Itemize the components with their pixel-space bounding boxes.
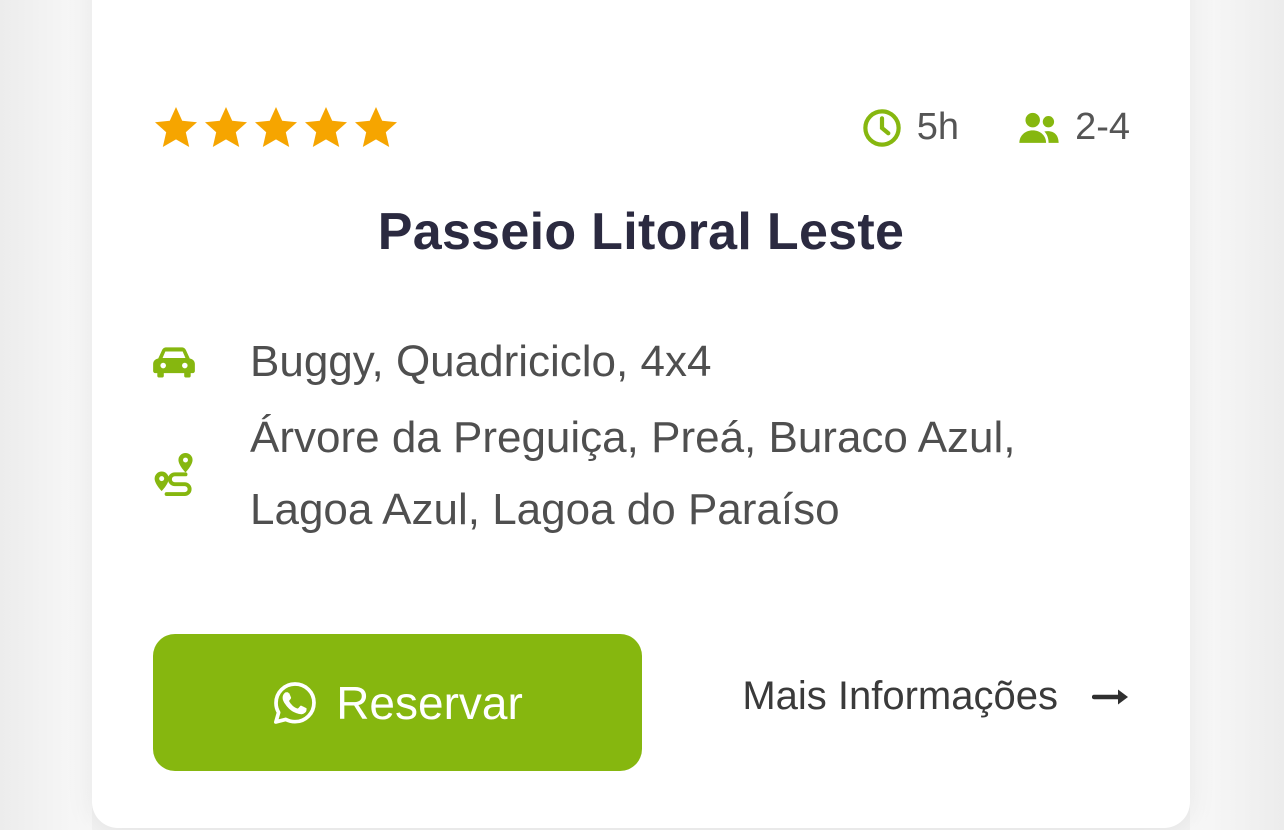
star-icon xyxy=(352,104,400,152)
star-icon xyxy=(252,104,300,152)
star-icon xyxy=(152,104,200,152)
star-icon xyxy=(302,104,350,152)
whatsapp-icon xyxy=(274,681,317,724)
route-row: Árvore da Preguiça, Preá, Buraco Azul, L… xyxy=(152,402,1130,546)
tour-card: 5h 2-4 Passeio Litoral Leste Buggy, Quad… xyxy=(92,0,1190,828)
vehicles-row: Buggy, Quadriciclo, 4x4 xyxy=(152,326,1130,398)
duration: 5h xyxy=(861,106,959,149)
page-background-right xyxy=(1190,0,1284,830)
page-background-left xyxy=(0,0,92,830)
vehicles-text: Buggy, Quadriciclo, 4x4 xyxy=(250,337,712,386)
users-icon xyxy=(1019,112,1059,143)
route-line-2: Lagoa Azul, Lagoa do Paraíso xyxy=(250,485,840,534)
tour-meta: 5h 2-4 xyxy=(861,106,1130,149)
route-line-1: Árvore da Preguiça, Preá, Buraco Azul, xyxy=(250,413,1016,462)
arrow-right-icon xyxy=(1092,689,1128,704)
tour-title: Passeio Litoral Leste xyxy=(377,203,905,261)
car-icon xyxy=(153,347,195,378)
group-size-value: 2-4 xyxy=(1075,106,1130,148)
more-info-link[interactable]: Mais Informações xyxy=(742,674,1130,719)
star-icon xyxy=(202,104,250,152)
more-info-label: Mais Informações xyxy=(742,674,1058,718)
route-text: Árvore da Preguiça, Preá, Buraco Azul, L… xyxy=(250,402,1016,546)
clock-icon xyxy=(863,108,901,147)
star-rating xyxy=(152,104,400,152)
duration-value: 5h xyxy=(916,106,960,148)
reserve-button-label: Reservar xyxy=(336,676,523,729)
route-icon xyxy=(154,452,193,497)
group-size: 2-4 xyxy=(1017,106,1130,149)
reserve-button[interactable]: Reservar xyxy=(153,634,642,771)
